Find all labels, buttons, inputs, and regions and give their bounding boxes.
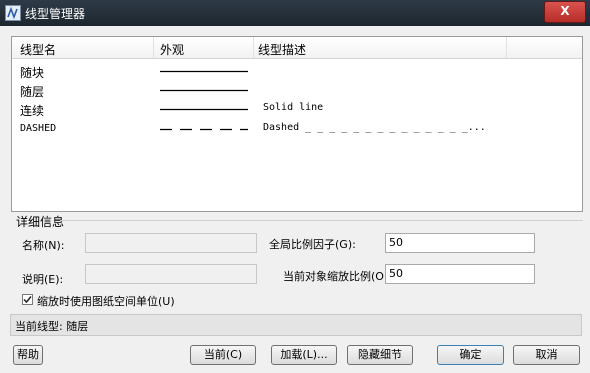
linetype-name: 随块 [20, 66, 45, 80]
ok-button[interactable]: 确定 [437, 345, 504, 365]
linetype-manager-dialog: 线型管理器 X 线型名 外观 线型描述 随块 随层 连续 Solid line [0, 0, 590, 373]
linetype-preview-solid [160, 108, 248, 111]
current-scale-input[interactable]: 50 [385, 264, 535, 284]
linetype-name: DASHED [20, 123, 57, 134]
list-item[interactable]: DASHED Dashed _ _ _ _ _ _ _ _ _ _ _ _ _ … [12, 120, 582, 139]
column-header-name[interactable]: 线型名 [20, 41, 56, 58]
column-header-appearance[interactable]: 外观 [160, 41, 184, 58]
description-label: 说明(E): [22, 273, 64, 286]
list-item[interactable]: 连续 Solid line [12, 100, 582, 119]
column-divider[interactable] [506, 37, 507, 58]
list-header: 线型名 外观 线型描述 [12, 37, 582, 59]
cancel-button[interactable]: 取消 [513, 345, 580, 365]
paperspace-units-label[interactable]: 缩放时使用图纸空间单位(U) [37, 293, 175, 309]
list-item[interactable]: 随块 [12, 62, 582, 81]
column-divider[interactable] [253, 37, 254, 58]
column-header-description[interactable]: 线型描述 [258, 41, 306, 58]
linetype-list[interactable]: 线型名 外观 线型描述 随块 随层 连续 Solid line DASHED D… [11, 36, 583, 212]
name-field[interactable] [85, 233, 257, 253]
linetype-name: 连续 [20, 104, 45, 118]
hide-details-button[interactable]: 隐藏细节 [347, 345, 413, 365]
linetype-preview-dashed [160, 128, 248, 131]
global-scale-input[interactable]: 50 [385, 233, 535, 253]
column-divider[interactable] [153, 37, 154, 58]
help-button[interactable]: 帮助 [13, 345, 43, 365]
linetype-description: Dashed _ _ _ _ _ _ _ _ _ _ _ _ _ _... [263, 122, 486, 133]
linetype-name: 随层 [20, 85, 45, 99]
current-linetype-bar: 当前线型: 随层 [10, 314, 582, 336]
title-bar[interactable]: 线型管理器 X [0, 0, 590, 26]
current-linetype-text: 当前线型: 随层 [15, 320, 89, 333]
name-label: 名称(N): [22, 239, 65, 252]
window-title: 线型管理器 [25, 7, 86, 21]
app-icon [5, 5, 21, 21]
load-button[interactable]: 加载(L)... [271, 345, 337, 365]
paperspace-units-checkbox[interactable] [22, 294, 33, 305]
linetype-preview-solid [160, 70, 248, 73]
global-scale-label: 全局比例因子(G): [269, 238, 356, 251]
set-current-button[interactable]: 当前(C) [190, 345, 256, 365]
linetype-description: Solid line [263, 102, 324, 113]
list-item[interactable]: 随层 [12, 81, 582, 100]
details-group-title: 详细信息 [16, 215, 65, 229]
current-scale-label: 当前对象缩放比例(O): [283, 270, 392, 283]
linetype-preview-solid [160, 89, 248, 92]
description-field[interactable] [85, 264, 257, 284]
close-button[interactable]: X [544, 1, 586, 23]
details-divider [60, 220, 583, 221]
